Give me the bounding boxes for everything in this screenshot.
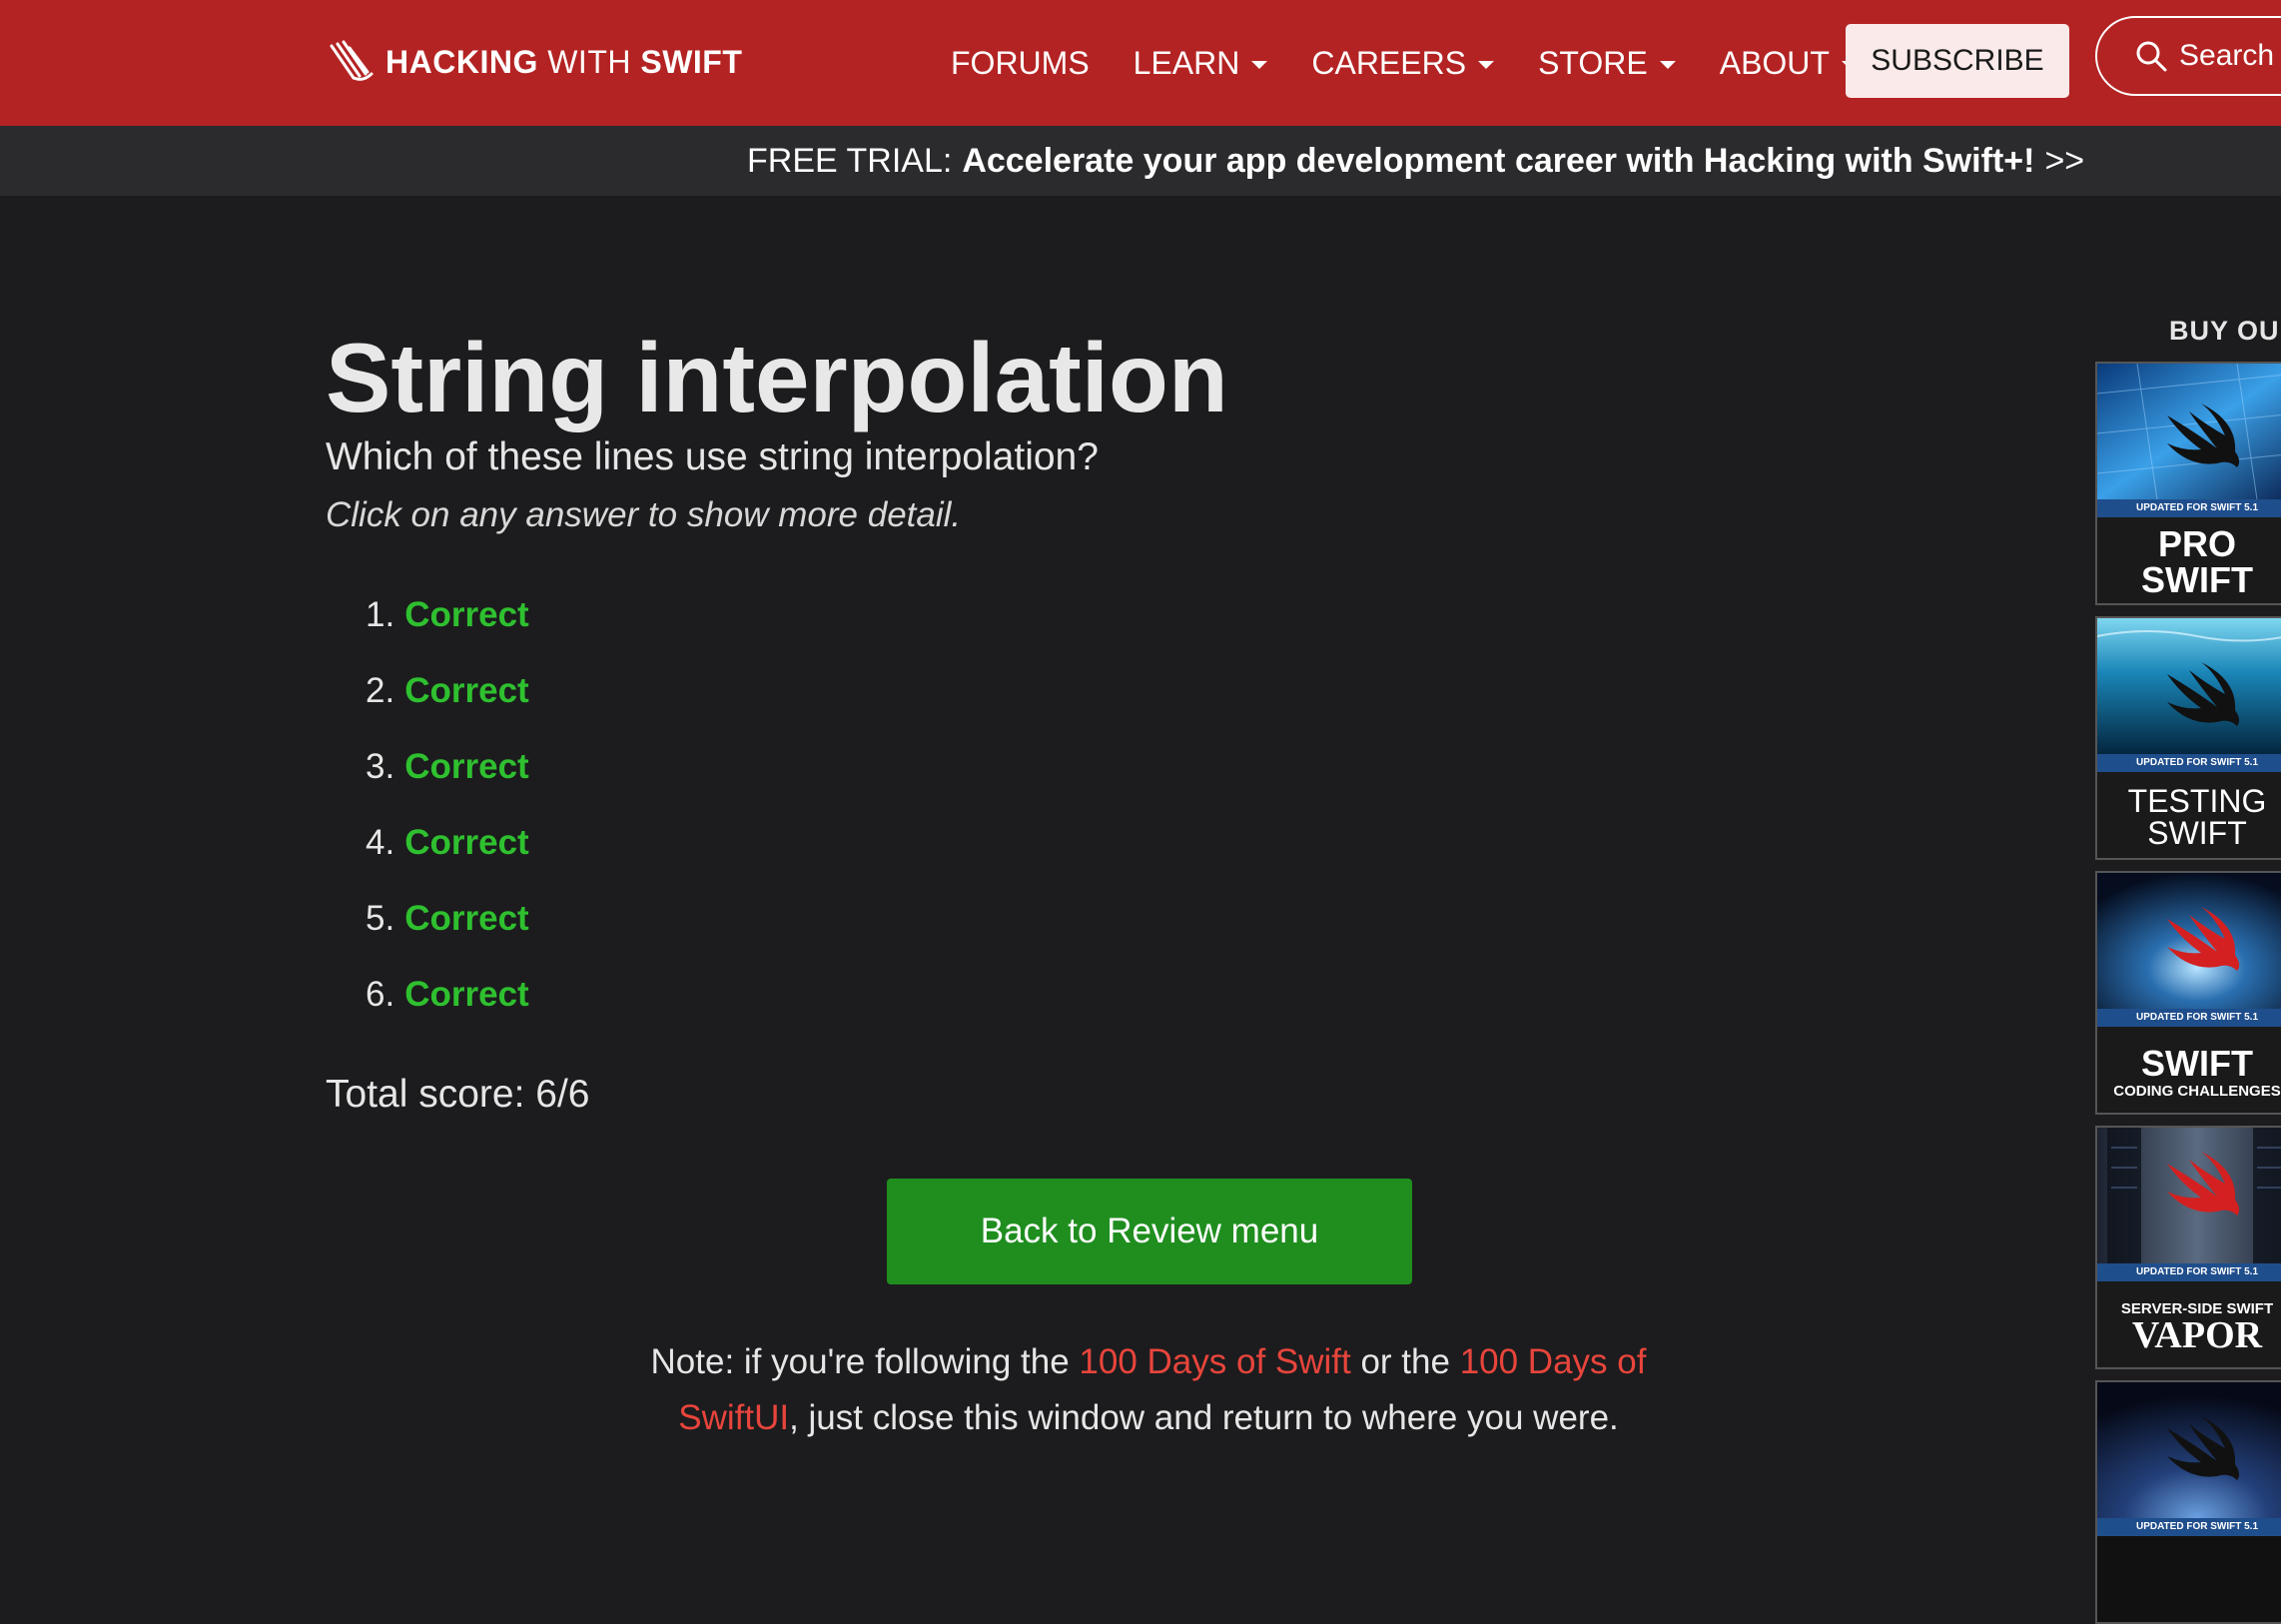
book-title: SWIFT CODING CHALLENGES: [2097, 1027, 2281, 1113]
answer-result[interactable]: Correct: [404, 747, 528, 787]
book-title-line2: CODING CHALLENGES: [2113, 1082, 2281, 1100]
link-100-days-of-swift[interactable]: 100 Days of Swift: [1079, 1342, 1350, 1381]
chevron-down-icon: [1478, 61, 1495, 69]
book-title-line1: TESTING: [2127, 783, 2267, 819]
nav-store[interactable]: STORE: [1538, 45, 1676, 82]
answer-number: 5.: [366, 899, 395, 938]
book-band: UPDATED FOR SWIFT 5.1: [2097, 1009, 2281, 1027]
book-title-line1: SWIFT: [2141, 1042, 2253, 1084]
nav-learn-label: LEARN: [1133, 44, 1240, 81]
nav-links: FORUMS LEARN CAREERS STORE ABOUT: [951, 0, 1901, 126]
page-title: String interpolation: [326, 323, 1228, 432]
nav-about-label: ABOUT: [1719, 44, 1830, 81]
book-band: UPDATED FOR SWIFT 5.1: [2097, 499, 2281, 517]
note-paragraph: Note: if you're following the 100 Days o…: [619, 1334, 1678, 1446]
book-band: UPDATED FOR SWIFT 5.1: [2097, 1518, 2281, 1536]
nav-careers-label: CAREERS: [1311, 44, 1467, 81]
answer-item-4[interactable]: 4. Correct: [366, 805, 529, 881]
nav-learn[interactable]: LEARN: [1134, 45, 1268, 82]
answer-result[interactable]: Correct: [404, 823, 528, 863]
book-pro-swift[interactable]: UPDATED FOR SWIFT 5.1 PRO SWIFT: [2095, 362, 2281, 605]
answer-result[interactable]: Correct: [404, 975, 528, 1015]
back-to-review-button[interactable]: Back to Review menu: [887, 1179, 1412, 1284]
promo-link[interactable]: FREE TRIAL: Accelerate your app developm…: [747, 126, 2084, 196]
note-middle: or the: [1350, 1342, 1460, 1381]
nav-store-label: STORE: [1538, 44, 1648, 81]
site-logo[interactable]: HACKING WITH SWIFT: [328, 36, 742, 88]
note-before: Note: if you're following the: [650, 1342, 1080, 1381]
book-cover-art: [2097, 618, 2281, 754]
book-cover-art: [2097, 364, 2281, 499]
promo-text: Accelerate your app development career w…: [962, 141, 2035, 180]
brand-word-with: WITH: [547, 43, 631, 80]
book-cover-art: [2097, 873, 2281, 1009]
answer-result[interactable]: Correct: [404, 595, 528, 635]
total-score: Total score: 6/6: [326, 1073, 590, 1116]
question-text: Which of these lines use string interpol…: [326, 435, 1099, 478]
book-title-line2: VAPOR: [2131, 1313, 2263, 1356]
book-band: UPDATED FOR SWIFT 5.1: [2097, 1263, 2281, 1281]
promo-bar: FREE TRIAL: Accelerate your app developm…: [0, 126, 2281, 196]
promo-prefix: FREE TRIAL:: [747, 141, 953, 180]
answer-item-3[interactable]: 3. Correct: [366, 729, 529, 805]
answer-item-6[interactable]: 6. Correct: [366, 957, 529, 1033]
nav-careers[interactable]: CAREERS: [1311, 44, 1495, 82]
sidebar-heading: BUY OU: [2169, 316, 2280, 346]
book-title-line1: PRO: [2157, 523, 2236, 564]
book-cover-art: [2097, 1382, 2281, 1518]
search-button[interactable]: Search: [2095, 16, 2281, 96]
note-after: , just close this window and return to w…: [789, 1398, 1619, 1437]
nav-forums[interactable]: FORUMS: [951, 45, 1090, 82]
book-title: TESTING SWIFT: [2097, 772, 2281, 858]
brand-word-swift: SWIFT: [640, 43, 743, 80]
book-server-side-swift-vapor[interactable]: UPDATED FOR SWIFT 5.1 SERVER-SIDE SWIFT …: [2095, 1126, 2281, 1369]
answer-item-2[interactable]: 2. Correct: [366, 653, 529, 729]
chevron-down-icon: [1659, 61, 1676, 69]
brand-name: HACKING WITH SWIFT: [385, 44, 742, 81]
book-band: UPDATED FOR SWIFT 5.1: [2097, 754, 2281, 772]
nav-forums-label: FORUMS: [951, 44, 1090, 81]
hint-text: Click on any answer to show more detail.: [326, 495, 962, 534]
answer-number: 1.: [366, 595, 395, 634]
answer-number: 6.: [366, 975, 395, 1014]
answer-item-5[interactable]: 5. Correct: [366, 881, 529, 957]
nav-about[interactable]: ABOUT: [1720, 45, 1858, 82]
search-label: Search: [2179, 39, 2275, 72]
answer-list: 1. Correct 2. Correct 3. Correct 4. Corr…: [366, 577, 529, 1033]
chevron-down-icon: [1251, 61, 1268, 69]
answer-number: 3.: [366, 747, 395, 786]
answer-result[interactable]: Correct: [404, 671, 528, 711]
subscribe-button[interactable]: SUBSCRIBE: [1846, 24, 2069, 98]
brand-word-hacking: HACKING: [385, 43, 538, 80]
book-title: PRO SWIFT: [2097, 517, 2281, 603]
answer-number: 4.: [366, 823, 395, 862]
book-testing-swift[interactable]: UPDATED FOR SWIFT 5.1 TESTING SWIFT: [2095, 616, 2281, 860]
answer-item-1[interactable]: 1. Correct: [366, 577, 529, 653]
book-title-line2: SWIFT: [2147, 815, 2247, 851]
promo-arrows: >>: [2044, 141, 2085, 180]
book-cover-art: [2097, 1128, 2281, 1263]
search-icon: [2136, 41, 2167, 72]
answer-result[interactable]: Correct: [404, 899, 528, 939]
answer-number: 2.: [366, 671, 395, 710]
book-partial[interactable]: UPDATED FOR SWIFT 5.1: [2095, 1380, 2281, 1624]
book-swift-coding-challenges[interactable]: UPDATED FOR SWIFT 5.1 SWIFT CODING CHALL…: [2095, 871, 2281, 1115]
book-title-line2: SWIFT: [2141, 559, 2253, 600]
book-title: SERVER-SIDE SWIFT VAPOR: [2097, 1281, 2281, 1367]
top-navbar: HACKING WITH SWIFT FORUMS LEARN CAREERS …: [0, 0, 2281, 126]
hws-logo-icon: [330, 40, 374, 81]
